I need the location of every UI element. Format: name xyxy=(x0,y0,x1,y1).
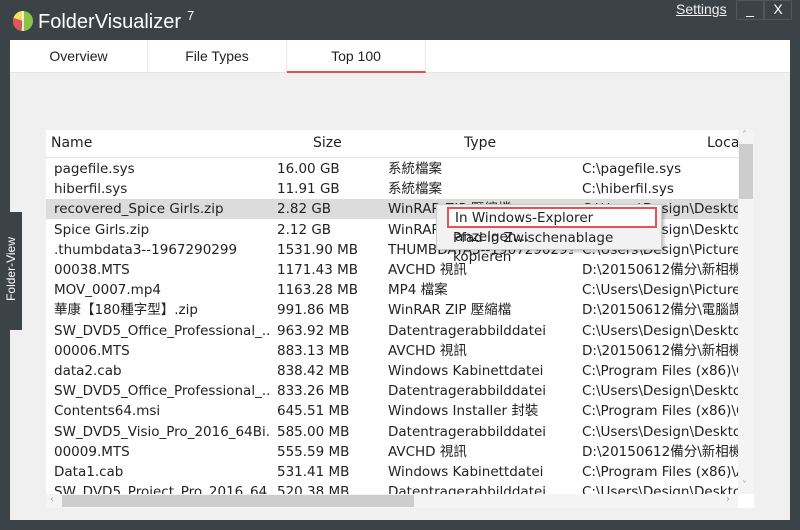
file-location: C:\Users\Design\Desktop xyxy=(582,423,738,440)
table-row[interactable]: Data1.cab 531.41 MB Windows Kabinettdatei C… xyxy=(46,462,738,482)
file-size: 1531.90 MB xyxy=(277,241,359,258)
scroll-down-icon[interactable]: ˅ xyxy=(742,480,747,491)
column-header-type[interactable]: Type xyxy=(464,135,496,151)
file-name: 00009.MTS xyxy=(54,443,130,460)
column-header-size[interactable]: Size xyxy=(313,135,342,151)
file-name: pagefile.sys xyxy=(54,161,135,177)
tab-bar: Overview File Types Top 100 xyxy=(10,40,790,73)
tab-file-types[interactable]: File Types xyxy=(148,40,287,73)
table-row[interactable]: pagefile.sys 16.00 GB 系統檔案 C:\pagefile.sys xyxy=(46,159,738,179)
file-location: D:\20150612備分\新相機( xyxy=(582,262,738,278)
file-size: 11.91 GB xyxy=(277,181,340,198)
file-type: MP4 檔案 xyxy=(388,282,448,299)
file-location: D:\20150612備分\新相機( xyxy=(582,342,738,359)
file-type: Windows Installer 封裝 xyxy=(388,403,539,420)
list-header: Name Size Type Locat xyxy=(46,130,745,158)
table-row[interactable]: hiberfil.sys 11.91 GB 系統檔案 C:\hiberfil.sys xyxy=(46,179,738,199)
file-location: C:\Users\Design\Desktop xyxy=(582,383,738,400)
file-name: hiberfil.sys xyxy=(54,181,128,198)
file-location: C:\hiberfil.sys xyxy=(582,181,674,198)
file-size: 585.00 MB xyxy=(277,423,350,440)
file-location: D:\20150612備分\新相機( xyxy=(582,443,738,460)
file-type: Datentragerabbilddatei xyxy=(388,423,547,440)
file-name: SW_DVD5_Office_Professional_... xyxy=(54,383,269,400)
file-location: C:\Users\Design\Desktop xyxy=(582,322,738,339)
file-size: 555.59 MB xyxy=(277,443,350,460)
tab-top-100[interactable]: Top 100 xyxy=(287,40,426,73)
file-size: 833.26 MB xyxy=(277,383,350,400)
file-type: Datentragerabbilddatei xyxy=(388,383,547,400)
file-type: AVCHD 視訊 xyxy=(388,342,467,359)
folder-view-side-tab[interactable]: Folder-View xyxy=(0,212,22,330)
file-location: C:\Program Files (x86)\Co xyxy=(582,403,738,420)
table-row[interactable]: 00038.MTS 1171.43 MB AVCHD 視訊 D:\20150612備分… xyxy=(46,260,738,280)
top-files-list: Name Size Type Locat pagefile.sys 16.00 G… xyxy=(46,130,754,508)
file-size: 963.92 MB xyxy=(277,322,350,339)
file-location: C:\pagefile.sys xyxy=(582,161,682,177)
horizontal-scroll-thumb[interactable] xyxy=(62,495,414,507)
file-name: Spice Girls.zip xyxy=(54,221,150,238)
file-size: 991.86 MB xyxy=(277,302,350,319)
file-location: C:\Program Files (x86)\Co xyxy=(582,363,738,379)
context-menu: In Windows-Explorer anzeigen... Pfad in … xyxy=(436,204,662,265)
file-name: data2.cab xyxy=(54,363,122,379)
file-name: SW_DVD5_Visio_Pro_2016_64Bi... xyxy=(54,423,269,440)
file-type: Windows Kabinettdatei xyxy=(388,464,544,480)
file-name: Data1.cab xyxy=(54,464,124,480)
menu-item-show-in-explorer[interactable]: In Windows-Explorer anzeigen... xyxy=(447,207,657,245)
file-type: Datentragerabbilddatei xyxy=(388,322,547,339)
minimize-button[interactable]: _ xyxy=(736,0,764,20)
file-size: 883.13 MB xyxy=(277,342,350,359)
file-size: 16.00 GB xyxy=(277,161,340,177)
close-button[interactable]: X xyxy=(764,0,792,20)
file-name: Contents64.msi xyxy=(54,403,161,420)
vertical-scrollbar[interactable]: ˄ ˅ xyxy=(738,130,754,494)
file-name: recovered_Spice Girls.zip xyxy=(54,201,224,218)
file-type: WinRAR ZIP 壓縮檔 xyxy=(388,302,512,319)
file-location: C:\Program Files (x86)\Ac xyxy=(582,464,738,480)
file-name: MOV_0007.mp4 xyxy=(54,282,161,299)
horizontal-scrollbar[interactable]: ‹ › xyxy=(46,494,738,508)
table-row[interactable]: data2.cab 838.42 MB Windows Kabinettdatei C… xyxy=(46,361,738,381)
settings-link[interactable]: Settings xyxy=(676,1,727,17)
app-title: FolderVisualizer 7 xyxy=(38,8,195,33)
file-name: 00038.MTS xyxy=(54,262,130,278)
table-row[interactable]: 00009.MTS 555.59 MB AVCHD 視訊 D:\20150612備分\… xyxy=(46,442,738,462)
menu-item-copy-path[interactable]: Pfad in Zwischenablage kopieren xyxy=(447,229,657,265)
table-row[interactable]: SW_DVD5_Visio_Pro_2016_64Bi... 585.00 MB D… xyxy=(46,422,738,442)
file-type: 系統檔案 xyxy=(388,161,442,177)
file-size: 645.51 MB xyxy=(277,403,350,420)
file-name: 00006.MTS xyxy=(54,342,130,359)
file-type: AVCHD 視訊 xyxy=(388,443,467,460)
file-name: 華康【180種字型】.zip xyxy=(54,302,198,319)
column-header-name[interactable]: Name xyxy=(51,135,92,151)
scroll-up-icon[interactable]: ˄ xyxy=(742,130,747,141)
file-name: .thumbdata3--1967290299 xyxy=(54,241,238,258)
file-size: 838.42 MB xyxy=(277,363,350,379)
table-row[interactable]: 00006.MTS 883.13 MB AVCHD 視訊 D:\20150612備分\… xyxy=(46,341,738,361)
scroll-left-icon[interactable]: ‹ xyxy=(50,494,54,505)
file-name: SW_DVD5_Office_Professional_... xyxy=(54,322,269,339)
file-size: 2.12 GB xyxy=(277,221,332,238)
vertical-scroll-thumb[interactable] xyxy=(739,144,753,199)
file-size: 2.82 GB xyxy=(277,201,332,218)
file-size: 531.41 MB xyxy=(277,464,350,480)
table-row[interactable]: SW_DVD5_Office_Professional_... 963.92 MB… xyxy=(46,321,738,341)
file-location: D:\20150612備分\電腦課\ xyxy=(582,302,738,319)
scroll-right-icon[interactable]: › xyxy=(726,494,730,505)
table-row[interactable]: 華康【180種字型】.zip 991.86 MB WinRAR ZIP 壓縮檔 D:\… xyxy=(46,300,738,320)
table-row[interactable]: Contents64.msi 645.51 MB Windows Installer… xyxy=(46,401,738,421)
table-row[interactable]: MOV_0007.mp4 1163.28 MB MP4 檔案 C:\Users\Des… xyxy=(46,280,738,300)
file-type: Windows Kabinettdatei xyxy=(388,363,544,379)
app-logo-icon xyxy=(12,11,33,31)
file-size: 1171.43 MB xyxy=(277,262,359,278)
tab-overview[interactable]: Overview xyxy=(10,40,148,73)
table-row[interactable]: SW_DVD5_Office_Professional_... 833.26 MB… xyxy=(46,381,738,401)
file-size: 1163.28 MB xyxy=(277,282,359,299)
file-type: 系統檔案 xyxy=(388,181,442,198)
file-location: C:\Users\Design\Pictures xyxy=(582,282,738,299)
